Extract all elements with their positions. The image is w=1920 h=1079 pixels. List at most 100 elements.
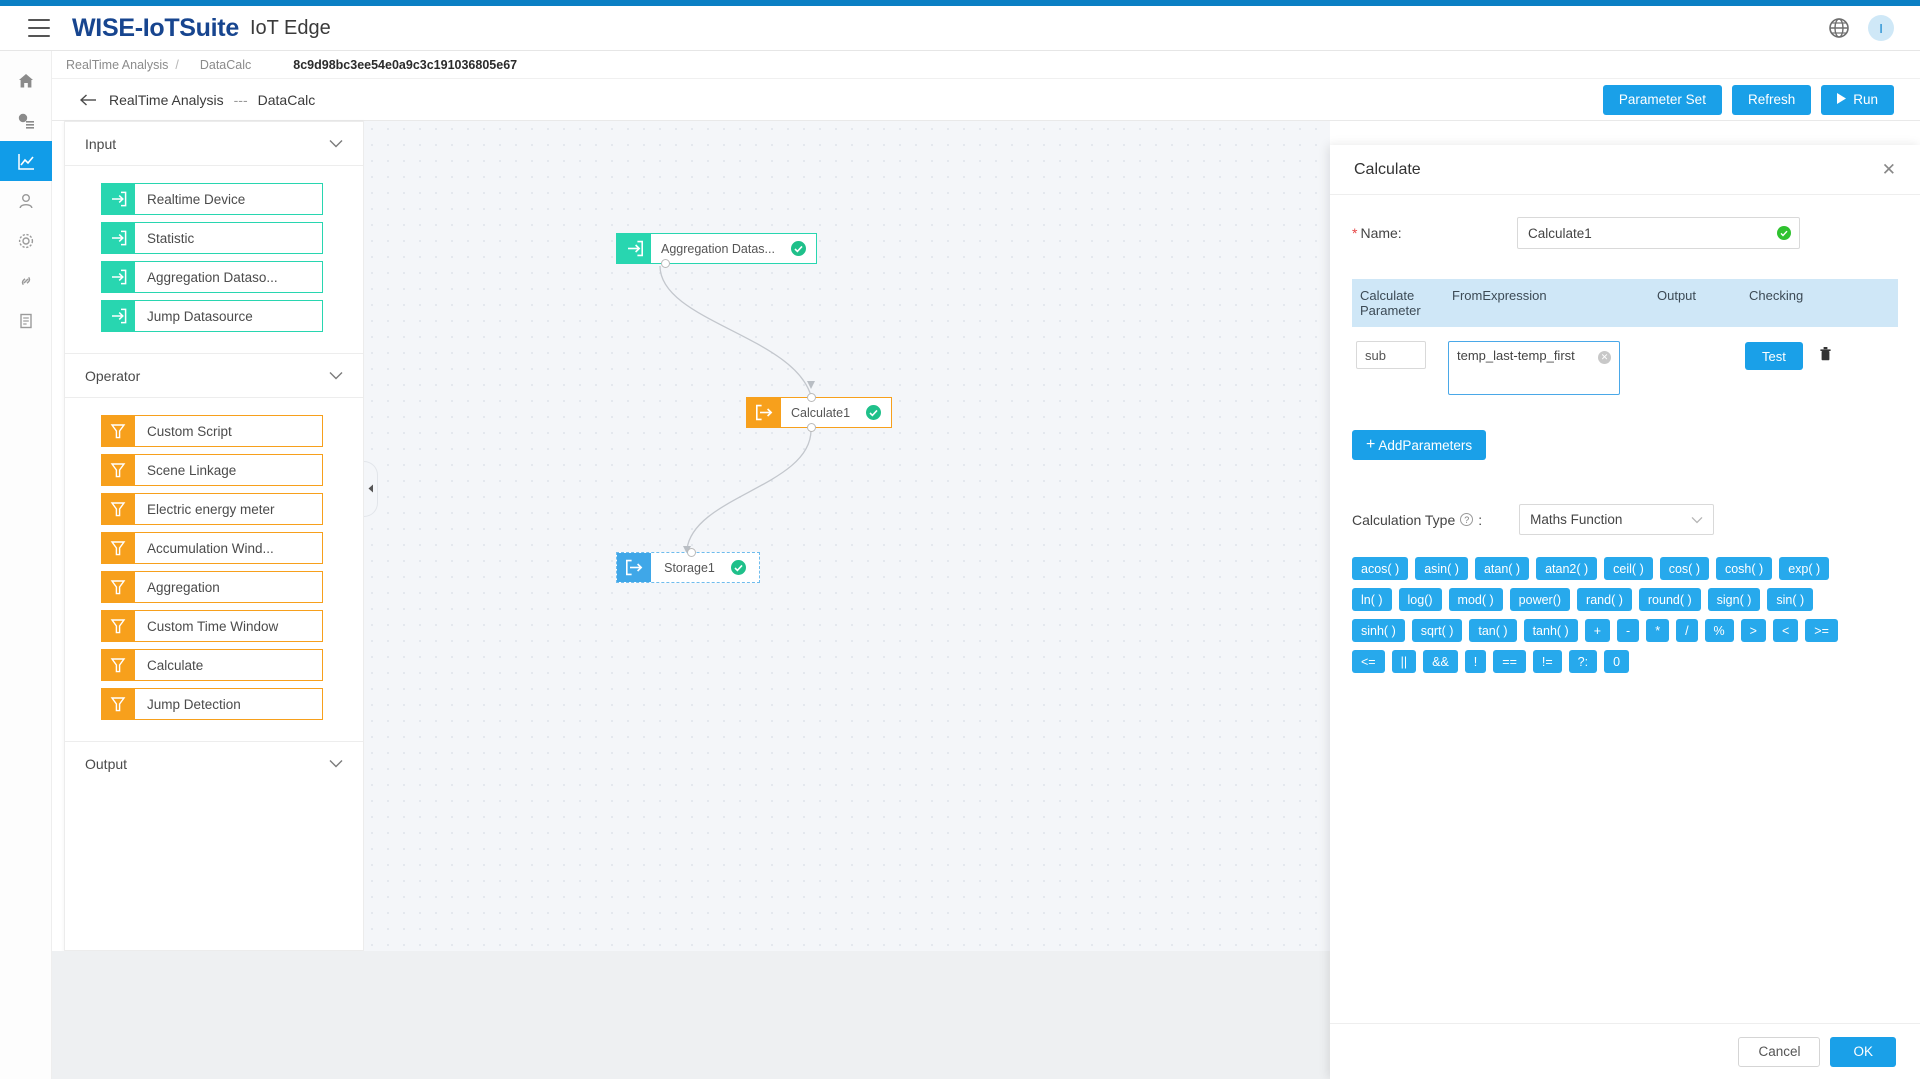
refresh-button[interactable]: Refresh [1732,85,1811,115]
add-parameters-button[interactable]: + AddParameters [1352,430,1486,460]
palette-item-electric-energy-meter[interactable]: Electric energy meter [101,493,323,525]
parameter-name-input[interactable] [1356,341,1426,369]
funnel-icon [101,493,135,525]
sidebar-item-user[interactable] [0,181,52,221]
canvas-node-calculate1[interactable]: Calculate1 [746,397,892,428]
cancel-button[interactable]: Cancel [1738,1037,1820,1067]
palette-collapse-handle[interactable] [364,461,378,517]
breadcrumb-current[interactable]: DataCalc [200,58,251,72]
palette-item-jump-datasource[interactable]: Jump Datasource [101,300,323,332]
check-circle-icon [731,560,746,575]
user-avatar[interactable]: I [1868,15,1894,41]
function-button-ln[interactable]: ln( ) [1352,588,1392,611]
question-icon[interactable]: ? [1460,513,1473,526]
function-button-cosh[interactable]: cosh( ) [1716,557,1772,580]
gear-icon [17,232,35,250]
palette-item-calculate[interactable]: Calculate [101,649,323,681]
operator-button-not[interactable]: ! [1465,650,1486,673]
name-input[interactable] [1517,217,1800,249]
expression-textarea[interactable]: temp_last-temp_first [1448,341,1620,395]
sidebar-item-link[interactable] [0,261,52,301]
palette-section-output[interactable]: Output [65,742,363,786]
function-button-sinh[interactable]: sinh( ) [1352,619,1405,642]
function-button-round[interactable]: round( ) [1639,588,1701,611]
palette-section-operator[interactable]: Operator [65,354,363,398]
operator-button-multiply[interactable]: * [1646,619,1669,642]
function-button-tanh[interactable]: tanh( ) [1524,619,1578,642]
trash-icon[interactable] [1819,346,1832,366]
operator-button-ternary[interactable]: ?: [1569,650,1597,673]
chevron-down-icon[interactable] [329,755,343,773]
node-input-port[interactable] [807,393,816,402]
function-button-atan2[interactable]: atan2( ) [1536,557,1597,580]
operator-button-equals[interactable]: == [1493,650,1526,673]
hamburger-menu-icon[interactable] [28,19,50,37]
operator-button-less-equal[interactable]: <= [1352,650,1385,673]
palette-item-realtime-device[interactable]: Realtime Device [101,183,323,215]
arrow-left-icon[interactable] [80,93,97,107]
function-button-tan[interactable]: tan( ) [1469,619,1516,642]
sidebar-item-document[interactable] [0,301,52,341]
function-button-sign[interactable]: sign( ) [1708,588,1761,611]
palette-items-operator: Custom Script Scene Linkage Electric ene… [65,398,363,741]
function-button-ceil[interactable]: ceil( ) [1604,557,1653,580]
function-button-log[interactable]: log() [1399,588,1442,611]
canvas-node-aggregation-datasource[interactable]: Aggregation Datas... [616,233,817,264]
run-button[interactable]: Run [1821,85,1894,115]
canvas-bottom-filler [52,951,1330,1079]
sidebar-item-home[interactable] [0,61,52,101]
operator-button-divide[interactable]: / [1676,619,1697,642]
input-arrow-icon [101,222,135,254]
function-button-power[interactable]: power() [1510,588,1570,611]
operator-button-greater-than[interactable]: > [1741,619,1766,642]
function-button-sqrt[interactable]: sqrt( ) [1412,619,1463,642]
operator-button-not-equals[interactable]: != [1533,650,1562,673]
operator-button-minus[interactable]: - [1617,619,1639,642]
palette-item-scene-linkage[interactable]: Scene Linkage [101,454,323,486]
canvas-node-storage1[interactable]: Storage1 [616,552,760,583]
sidebar-item-device[interactable] [0,101,52,141]
operator-button-modulo[interactable]: % [1705,619,1734,642]
operator-button-or[interactable]: || [1392,650,1417,673]
function-button-acos[interactable]: acos( ) [1352,557,1408,580]
page-title[interactable]: RealTime Analysis [109,92,224,108]
palette-item-aggregation[interactable]: Aggregation [101,571,323,603]
node-output-port[interactable] [807,423,816,432]
palette-item-jump-detection[interactable]: Jump Detection [101,688,323,720]
clear-circle-icon[interactable]: ✕ [1598,351,1611,364]
palette-item-custom-time-window[interactable]: Custom Time Window [101,610,323,642]
globe-icon[interactable] [1828,17,1850,39]
operator-button-greater-equal[interactable]: >= [1805,619,1838,642]
sidebar-item-settings[interactable] [0,221,52,261]
function-button-rand[interactable]: rand( ) [1577,588,1632,611]
sidebar-item-analysis[interactable] [0,141,52,181]
node-input-port[interactable] [687,548,696,557]
toggle-knob [1634,346,1651,363]
chevron-down-icon[interactable] [329,367,343,385]
function-button-mod[interactable]: mod( ) [1449,588,1503,611]
flow-edges [364,121,1330,951]
operator-button-plus[interactable]: + [1585,619,1610,642]
close-icon[interactable]: ✕ [1882,161,1896,178]
flow-canvas[interactable]: Aggregation Datas... Calculate1 [364,121,1330,951]
parameter-set-button[interactable]: Parameter Set [1603,85,1722,115]
chevron-down-icon[interactable] [329,135,343,153]
palette-item-custom-script[interactable]: Custom Script [101,415,323,447]
breadcrumb-root[interactable]: RealTime Analysis [66,58,168,72]
function-button-sin[interactable]: sin( ) [1767,588,1813,611]
operator-button-zero[interactable]: 0 [1604,650,1629,673]
palette-item-statistic[interactable]: Statistic [101,222,323,254]
ok-button[interactable]: OK [1830,1037,1896,1067]
operator-button-and[interactable]: && [1423,650,1458,673]
palette-item-accumulation-window[interactable]: Accumulation Wind... [101,532,323,564]
operator-button-less-than[interactable]: < [1773,619,1798,642]
function-button-atan[interactable]: atan( ) [1475,557,1529,580]
node-output-port[interactable] [661,259,670,268]
palette-item-aggregation-datasource[interactable]: Aggregation Dataso... [101,261,323,293]
function-button-exp[interactable]: exp( ) [1779,557,1829,580]
function-button-cos[interactable]: cos( ) [1660,557,1709,580]
test-button[interactable]: Test [1745,342,1803,370]
palette-section-input[interactable]: Input [65,122,363,166]
function-button-asin[interactable]: asin( ) [1415,557,1468,580]
calculation-type-select[interactable]: Maths Function [1519,504,1714,535]
